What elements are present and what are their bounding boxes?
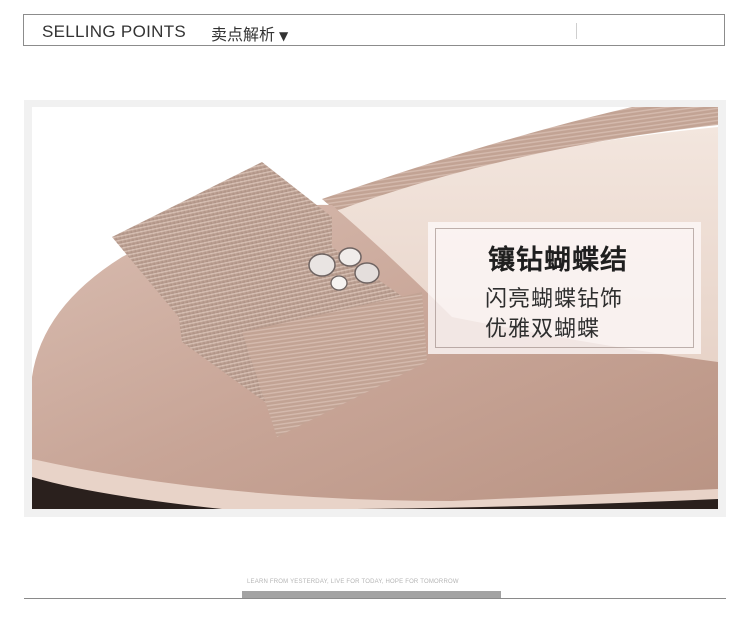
- feature-line-1: 闪亮蝴蝶钻饰: [485, 287, 624, 312]
- footer-tagline: LEARN FROM YESTERDAY, LIVE FOR TODAY, HO…: [247, 579, 459, 585]
- footer-divider: [24, 598, 726, 599]
- section-header: SELLING POINTS 卖点解析 ▼: [23, 14, 725, 46]
- section-subtitle: 卖点解析 ▼: [211, 21, 288, 45]
- section-title: SELLING POINTS: [42, 22, 187, 41]
- footer-accent-bar: [242, 591, 501, 598]
- product-photo: 镶钻蝴蝶结 闪亮蝴蝶钻饰 优雅双蝴蝶: [32, 107, 718, 509]
- dropdown-arrow-icon: ▼: [279, 29, 289, 43]
- header-divider: [576, 23, 577, 39]
- section-subtitle-text: 卖点解析: [211, 25, 276, 44]
- feature-line-2: 优雅双蝴蝶: [485, 317, 601, 342]
- product-photo-frame: 镶钻蝴蝶结 闪亮蝴蝶钻饰 优雅双蝴蝶: [24, 100, 726, 517]
- feature-title: 镶钻蝴蝶结: [488, 245, 628, 276]
- feature-callout: 镶钻蝴蝶结 闪亮蝴蝶钻饰 优雅双蝴蝶: [428, 222, 701, 354]
